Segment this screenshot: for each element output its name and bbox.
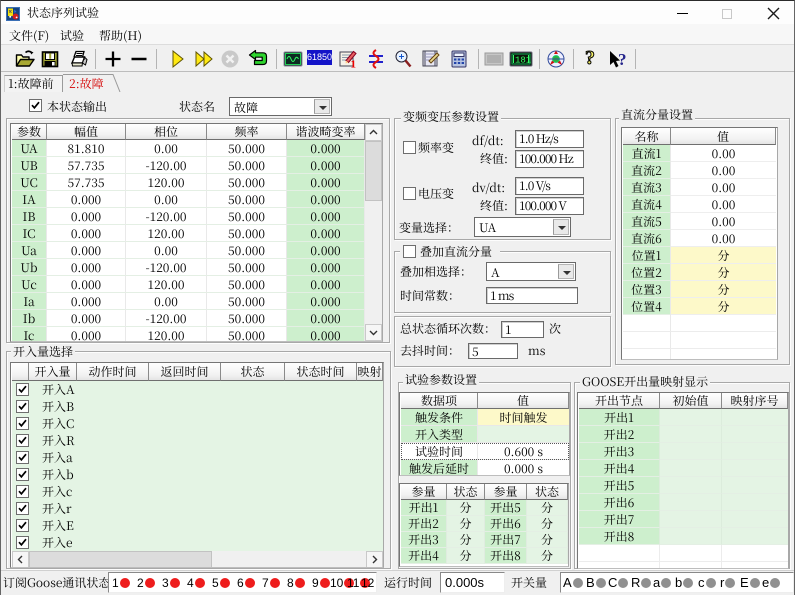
svg-text:?: ? <box>618 50 627 69</box>
svg-text:1: 1 <box>351 59 357 71</box>
